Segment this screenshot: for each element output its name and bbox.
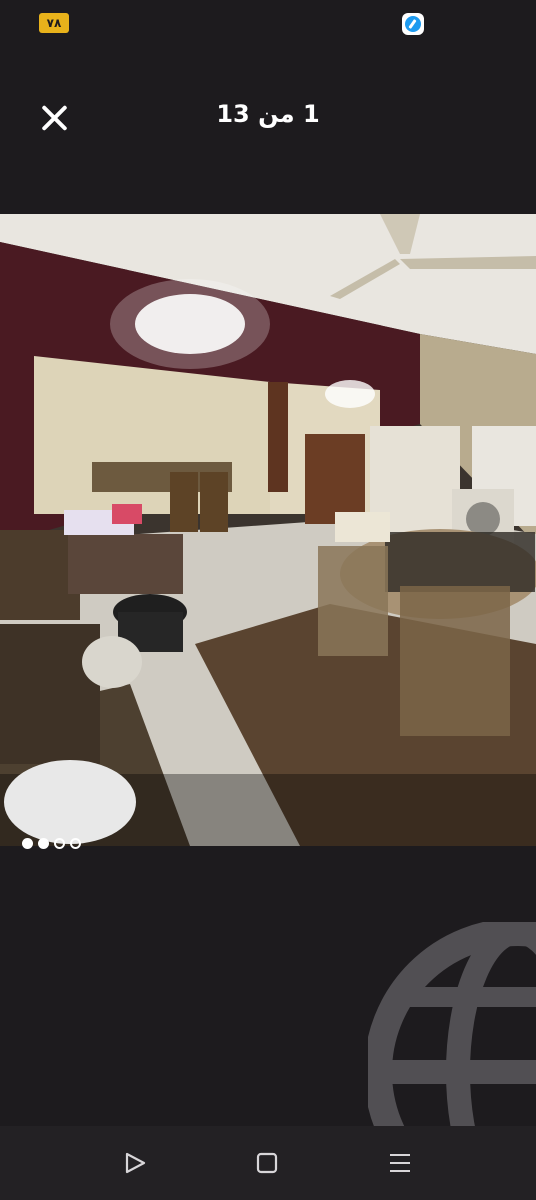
pager-dot[interactable] — [22, 837, 33, 849]
pager-dot[interactable] — [54, 837, 65, 849]
listing-photo[interactable] — [0, 214, 536, 846]
status-bar: ٧٨ — [0, 0, 536, 46]
image-viewer-screen: ٧٨ 1 من 13 — [0, 0, 536, 1200]
back-triangle-icon[interactable] — [120, 1148, 150, 1178]
home-square-icon[interactable] — [252, 1148, 282, 1178]
battery-indicator: ٧٨ — [39, 13, 69, 33]
recents-lines-icon[interactable] — [385, 1148, 415, 1178]
pager-dot[interactable] — [38, 837, 49, 849]
image-pager — [22, 836, 81, 850]
room-photo-illustration — [0, 214, 536, 846]
image-counter: 1 من 13 — [216, 100, 320, 128]
pager-dot[interactable] — [70, 837, 81, 849]
app-circle-icon — [402, 13, 424, 35]
close-button[interactable] — [34, 98, 74, 138]
system-nav-bar — [0, 1126, 536, 1200]
